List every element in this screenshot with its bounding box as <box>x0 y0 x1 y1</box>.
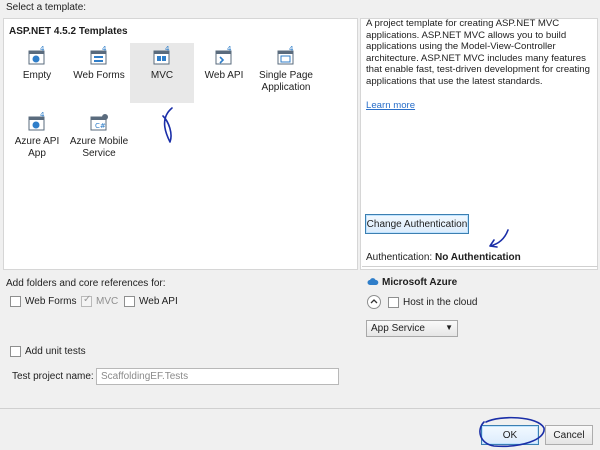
handwritten-annotations <box>162 107 545 448</box>
arrow-to-auth-annotation <box>489 229 509 248</box>
circle-around-ok-annotation <box>479 416 545 448</box>
arrow-to-mvc-annotation <box>162 107 173 143</box>
